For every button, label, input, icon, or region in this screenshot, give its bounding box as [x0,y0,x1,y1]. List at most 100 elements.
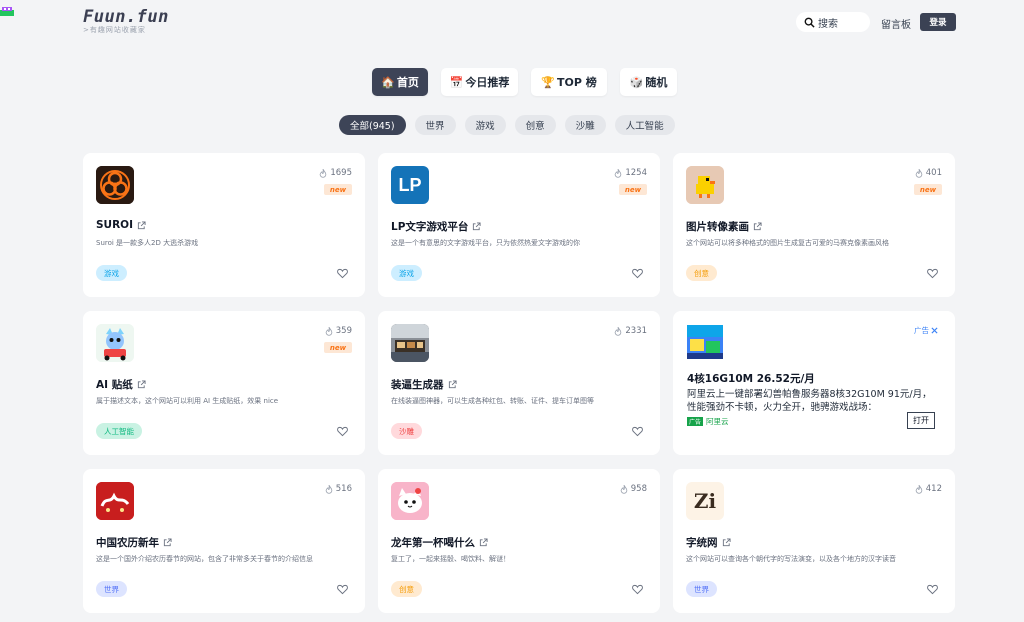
category-funny[interactable]: 沙雕 [564,115,606,135]
external-link-icon [448,380,457,389]
category-tag[interactable]: 游戏 [96,265,127,281]
card-title-text: 图片转像素画 [686,221,749,233]
zi-glyph-text: Zi [693,489,717,513]
view-number: 359 [335,326,352,336]
ad-card[interactable]: 广告 4核16G10M 26.52元/月 阿里云上一键部署幻兽帕鲁服务器8核32… [673,311,955,455]
category-tag[interactable]: 创意 [686,265,717,281]
card-title[interactable]: 字统网 [686,535,731,550]
login-button[interactable]: 登录 [920,13,956,31]
external-link-icon [753,222,762,231]
close-icon[interactable] [931,327,938,334]
search-label: 搜索 [818,18,838,30]
card-description: 复工了，一起来摇骰、喝饮料、解谜！ [391,555,510,563]
guestbook-link[interactable]: 留言板 [881,16,911,31]
heart-icon[interactable] [337,584,348,595]
heart-icon[interactable] [927,584,938,595]
card-title[interactable]: LP文字游戏平台 [391,219,481,234]
category-world[interactable]: 世界 [414,115,456,135]
view-number: 516 [335,484,352,494]
heart-icon[interactable] [632,426,643,437]
tab-random[interactable]: 🎲 随机 [620,68,677,96]
ad-description: 阿里云上一键部署幻兽帕鲁服务器8核32G10M 91元/月，性能强劲不卡顿，火力… [687,389,932,413]
tab-label: TOP 榜 [556,76,597,89]
card-title-text: SUROI [96,219,134,231]
cute-cat-icon [391,482,429,520]
view-number: 1695 [330,168,352,178]
site-card[interactable]: 2331 装逼生成器 在线装逼图神器，可以生成各种红包、转账、证件、提车订单图等… [378,311,660,455]
flame-icon [915,168,923,178]
biohazard-icon [96,166,134,204]
category-tag[interactable]: 人工智能 [96,423,142,439]
site-logo[interactable]: Fuun.fun >有趣网站收藏家 [83,7,169,35]
view-number: 1254 [625,168,647,178]
card-title[interactable]: 中国农历新年 [96,535,172,550]
card-description: 在线装逼图神器，可以生成各种红包、转账、证件、提车订单图等 [391,397,594,405]
tab-today[interactable]: 📅 今日推荐 [441,68,518,96]
category-tag[interactable]: 世界 [686,581,717,597]
card-description: 这是一个国外介绍农历春节的网站，包含了非常多关于春节的介绍信息 [96,555,313,563]
tab-top[interactable]: 🏆 TOP 榜 [531,68,607,96]
heart-icon[interactable] [632,584,643,595]
category-tag[interactable]: 游戏 [391,265,422,281]
card-description: 这是一个有意思的文字游戏平台，只为依然热爱文字游戏的你 [391,239,580,247]
category-all[interactable]: 全部(945) [339,115,406,135]
category-tag[interactable]: 创意 [391,581,422,597]
heart-icon[interactable] [337,268,348,279]
card-title-text: 中国农历新年 [96,537,159,549]
search-button[interactable]: 搜索 [796,12,870,32]
lunar-new-year-icon [96,482,134,520]
card-title[interactable]: 图片转像素画 [686,219,762,234]
card-title-text: AI 贴纸 [96,379,133,391]
new-badge: new [914,184,942,195]
new-badge: new [324,342,352,353]
site-card[interactable]: 401 new 图片转像素画 这个网站可以将多种格式的图片生成复古可爱的马赛克像… [673,153,955,297]
flame-icon [915,484,923,494]
external-link-icon [137,220,146,229]
robot-cat-icon [96,324,134,362]
card-title[interactable]: SUROI [96,219,146,231]
heart-icon[interactable] [927,268,938,279]
category-filter: 全部(945) 世界 游戏 创意 沙雕 人工智能 [339,115,675,135]
external-link-icon [479,538,488,547]
external-link-icon [137,380,146,389]
card-description: 这个网站可以将多种格式的图片生成复古可爱的马赛克像素画风格 [686,239,889,247]
tab-home[interactable]: 🏠 首页 [372,68,428,96]
site-card[interactable]: 1695 new SUROI Suroi 是一款多人2D 大逃杀游戏 游戏 [83,153,365,297]
site-card[interactable]: 516 中国农历新年 这是一个国外介绍农历春节的网站，包含了非常多关于春节的介绍… [83,469,365,613]
flame-icon [325,326,333,336]
ad-brand-name: 阿里云 [706,417,729,426]
card-title[interactable]: AI 贴纸 [96,377,146,392]
tab-label: 首页 [396,76,419,89]
flame-icon [325,484,333,494]
view-number: 412 [925,484,942,494]
ad-open-button[interactable]: 打开 [907,412,935,429]
card-title[interactable]: 龙年第一杯喝什么 [391,535,488,550]
category-tag[interactable]: 世界 [96,581,127,597]
ad-label: 广告 [914,325,938,336]
category-game[interactable]: 游戏 [464,115,506,135]
ad-title[interactable]: 4核16G10M 26.52元/月 [687,371,815,386]
site-card[interactable]: Zi 412 字统网 这个网站可以查询各个朝代字的写法演变，以及各个地方的汉字读… [673,469,955,613]
category-ai[interactable]: 人工智能 [614,115,675,135]
view-count: 1254 [614,168,647,178]
site-card[interactable]: 958 龙年第一杯喝什么 复工了，一起来摇骰、喝饮料、解谜！ 创意 [378,469,660,613]
lp-logo-text: LP [398,174,422,195]
external-link-icon [163,538,172,547]
card-description: 属于描述文本，这个网站可以利用 AI 生成贴纸，效果 nice [96,397,279,405]
card-title-text: 字统网 [686,537,718,549]
site-card[interactable]: 359 new AI 贴纸 属于描述文本，这个网站可以利用 AI 生成贴纸，效果… [83,311,365,455]
main-tabs: 🏠 首页 📅 今日推荐 🏆 TOP 榜 🎲 随机 [372,68,677,96]
zi-glyph-icon: Zi [686,482,724,520]
card-title[interactable]: 装逼生成器 [391,377,457,392]
site-card[interactable]: LP 1254 new LP文字游戏平台 这是一个有意思的文字游戏平台，只为依然… [378,153,660,297]
card-title-text: 龙年第一杯喝什么 [391,537,475,549]
view-count: 401 [915,168,942,178]
category-creative[interactable]: 创意 [514,115,556,135]
view-count: 359 [325,326,352,336]
heart-icon[interactable] [632,268,643,279]
view-count: 1695 [319,168,352,178]
heart-icon[interactable] [337,426,348,437]
category-tag[interactable]: 沙雕 [391,423,422,439]
search-icon [804,17,815,28]
card-title-text: 装逼生成器 [391,379,444,391]
